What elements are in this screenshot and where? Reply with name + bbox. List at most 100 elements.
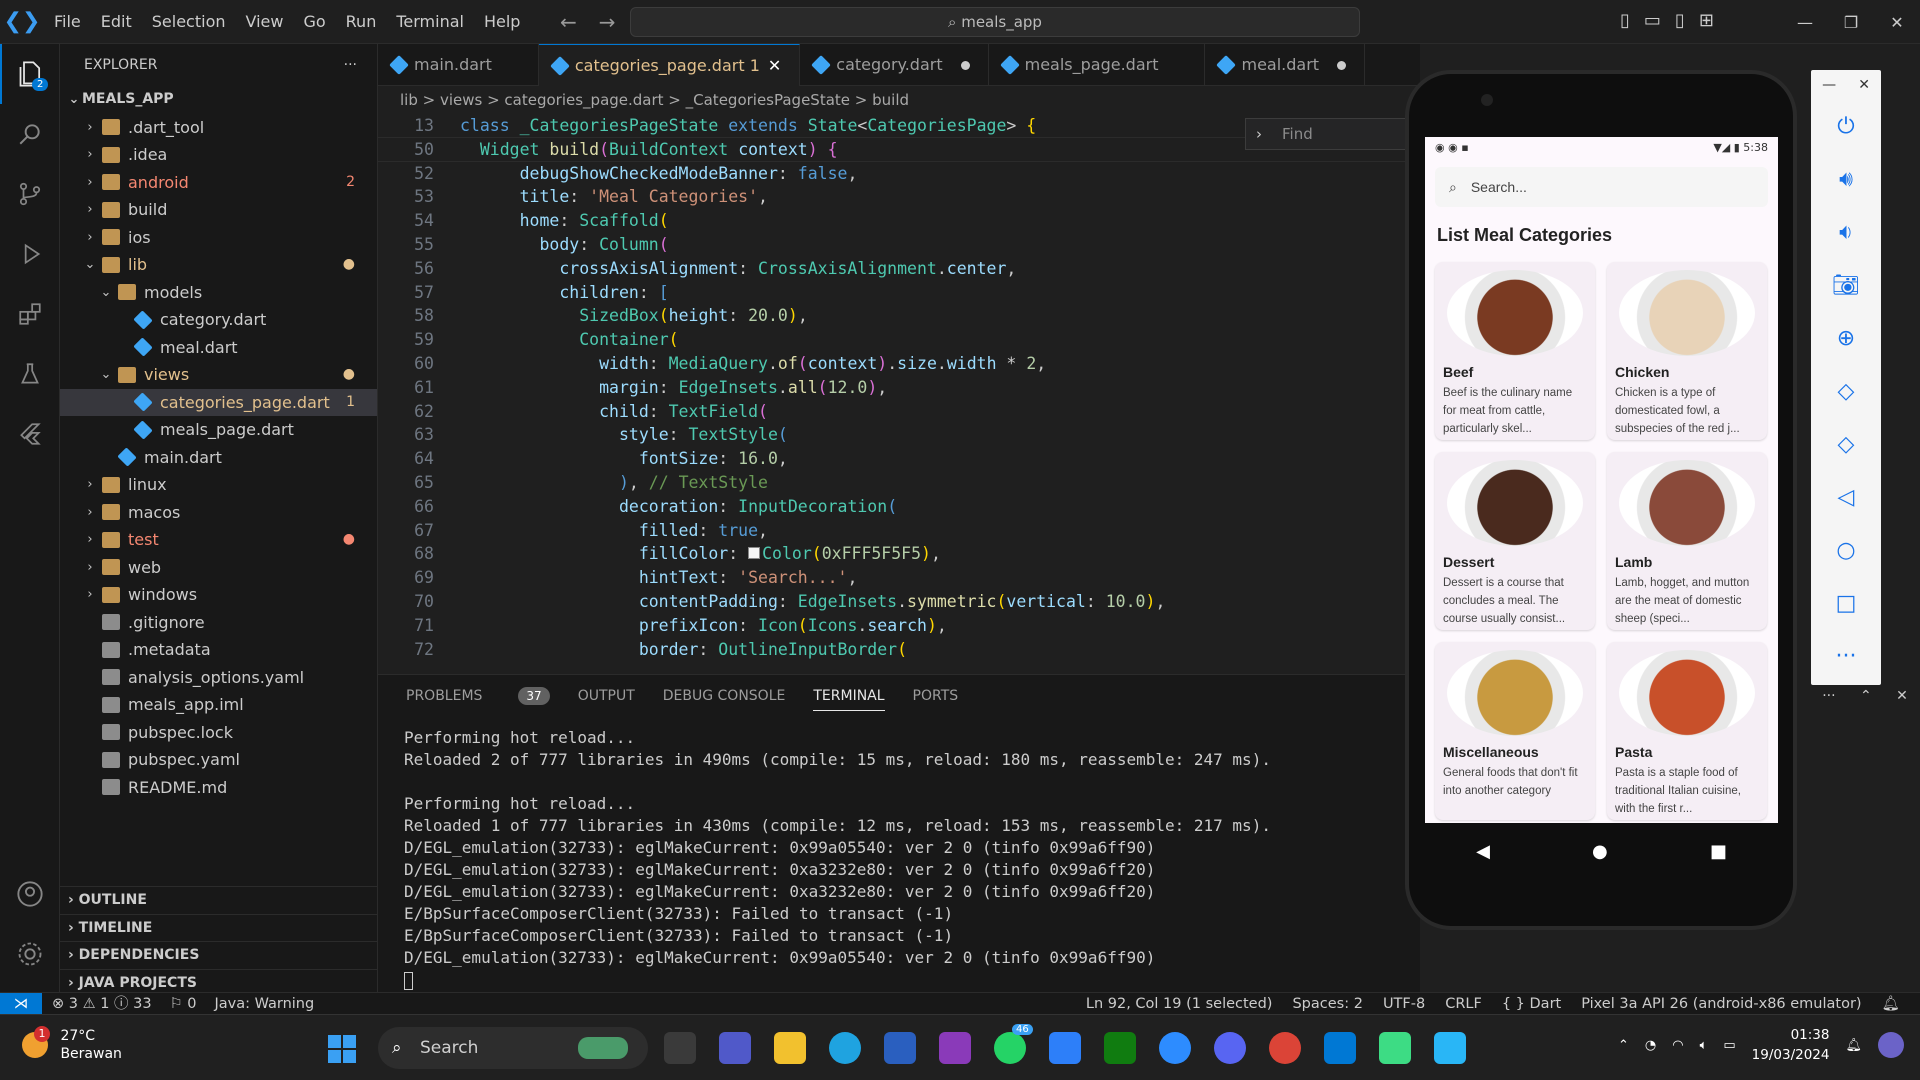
notification-bell-icon[interactable]: 🔔︎ (1845, 1038, 1862, 1053)
status-left-item[interactable]: ⊗ 3 ⚠ 1 ⓘ 33 (52, 993, 152, 1015)
close-window-icon[interactable]: ✕ (1874, 13, 1920, 32)
whatsapp-icon[interactable]: 46 (994, 1024, 1033, 1064)
chrome-icon[interactable] (1269, 1032, 1301, 1064)
back-arrow-icon[interactable]: ← (560, 10, 577, 34)
section-outline[interactable]: › OUTLINE (60, 886, 378, 914)
taskbar-search[interactable]: ⌕ Search (378, 1027, 648, 1069)
recents-nav-icon[interactable]: ■ (1710, 841, 1727, 862)
status-right-item[interactable]: Ln 92, Col 19 (1 selected) (1086, 993, 1273, 1015)
status-right-item[interactable]: Spaces: 2 (1292, 993, 1362, 1015)
remote-icon[interactable]: ⋊ (0, 993, 42, 1015)
minimize-icon[interactable]: — (1782, 13, 1828, 32)
run-debug-icon[interactable] (0, 224, 60, 284)
find-input[interactable]: › Find (1245, 118, 1425, 150)
phone-screen[interactable]: ◉ ◉ ▪ ▼◢ ▮ 5:38 ⌕ Search... List Meal Ca… (1425, 137, 1778, 823)
copilot-icon[interactable] (1878, 1032, 1904, 1058)
panel-tab-ports[interactable]: PORTS (913, 688, 959, 704)
panel-tab-terminal[interactable]: TERMINAL (813, 688, 885, 711)
tree-item[interactable]: › linux (60, 471, 377, 499)
menu-item-run[interactable]: Run (336, 0, 387, 44)
menu-item-help[interactable]: Help (474, 0, 530, 44)
rotate-left-icon[interactable]: ◇ (1811, 365, 1881, 418)
editor-tab[interactable]: categories_page.dart 1 ✕ (538, 44, 801, 86)
editor-tab[interactable]: meal.dart (1205, 44, 1366, 86)
editor-tab[interactable]: category.dart (800, 44, 989, 86)
project-root[interactable]: ⌄ MEALS_APP (60, 86, 377, 114)
more-icon[interactable]: ··· (1811, 630, 1881, 683)
category-card[interactable]: Miscellaneous General foods that don't fi… (1435, 642, 1595, 820)
tree-item[interactable]: meals_page.dart (60, 416, 377, 444)
close-icon[interactable]: ✕ (1896, 688, 1908, 712)
overview-icon[interactable]: □ (1811, 577, 1881, 630)
status-right-item[interactable]: UTF-8 (1383, 993, 1425, 1015)
volume-down-icon[interactable]: 🔉︎ (1811, 206, 1881, 259)
store-icon[interactable] (884, 1032, 916, 1064)
tree-item[interactable]: › ios (60, 224, 377, 252)
category-card[interactable]: Chicken Chicken is a type of domesticated… (1607, 262, 1767, 440)
teams-icon[interactable] (719, 1032, 751, 1064)
discord-icon[interactable] (1214, 1032, 1246, 1064)
menu-item-file[interactable]: File (44, 0, 91, 44)
category-card[interactable]: Beef Beef is the culinary name for meat f… (1435, 262, 1595, 440)
chevron-right-icon[interactable]: › (1256, 119, 1262, 149)
notepad-icon[interactable] (1434, 1032, 1466, 1064)
toggle-secondary-sidebar-icon[interactable]: ▯ (1675, 10, 1685, 31)
source-control-icon[interactable] (0, 164, 60, 224)
edge-icon[interactable] (829, 1032, 861, 1064)
tree-item[interactable]: categories_page.dart 1 (60, 388, 377, 416)
maximize-icon[interactable]: ❐ (1828, 13, 1874, 32)
editor-tab[interactable]: main.dart (378, 44, 539, 86)
explorer-icon[interactable]: 2 (0, 44, 60, 104)
category-card[interactable]: Lamb Lamb, hogget, and mutton are the mea… (1607, 452, 1767, 630)
tree-item[interactable]: pubspec.yaml (60, 746, 377, 774)
more-actions-icon[interactable]: ··· (344, 44, 357, 86)
tree-item[interactable]: README.md (60, 774, 377, 802)
xbox-icon[interactable] (1104, 1032, 1136, 1064)
back-nav-icon[interactable]: ◀ (1476, 841, 1490, 862)
notification-bell-icon[interactable]: 🔔︎ (1882, 993, 1900, 1015)
code-editor[interactable]: 13 class _CategoriesPageState extends Sta… (378, 114, 1420, 674)
rotate-right-icon[interactable]: ◇ (1811, 418, 1881, 471)
emulator-minimize-icon[interactable]: — (1822, 77, 1836, 93)
app-icon[interactable] (939, 1032, 971, 1064)
menu-item-selection[interactable]: Selection (142, 0, 236, 44)
tree-item[interactable]: main.dart (60, 444, 377, 472)
status-left-item[interactable]: Java: Warning (214, 993, 314, 1015)
account-icon[interactable] (0, 864, 60, 924)
tree-item[interactable]: › macos (60, 499, 377, 527)
app-search-field[interactable]: ⌕ Search... (1435, 167, 1768, 207)
testing-icon[interactable] (0, 344, 60, 404)
toggle-sidebar-icon[interactable]: ▯ (1620, 10, 1630, 31)
task-view-icon[interactable] (664, 1032, 696, 1064)
tree-item[interactable]: › build (60, 196, 377, 224)
wifi-icon[interactable]: ◠ (1672, 1038, 1683, 1053)
chevron-up-icon[interactable]: ⌃ (1618, 1038, 1629, 1053)
status-right-item[interactable]: Pixel 3a API 26 (android-x86 emulator) (1581, 993, 1861, 1015)
tree-item[interactable]: › web (60, 554, 377, 582)
panel-tab-output[interactable]: OUTPUT (578, 688, 635, 704)
tree-item[interactable]: › test ● (60, 526, 377, 554)
zoom-icon[interactable]: ⊕ (1811, 312, 1881, 365)
search-icon[interactable] (0, 104, 60, 164)
tree-item[interactable]: category.dart (60, 306, 377, 334)
terminal-output[interactable]: Performing hot reload... Reloaded 2 of 77… (378, 717, 1420, 991)
file-explorer-icon[interactable] (774, 1032, 806, 1064)
windows-start-icon[interactable] (328, 1035, 356, 1063)
menu-item-view[interactable]: View (236, 0, 294, 44)
status-right-item[interactable]: { } Dart (1502, 993, 1561, 1015)
tree-item[interactable]: ⌄ views ● (60, 361, 377, 389)
toggle-panel-icon[interactable]: ▭ (1644, 10, 1661, 31)
tree-item[interactable]: .gitignore (60, 609, 377, 637)
android-studio-icon[interactable] (1379, 1032, 1411, 1064)
tree-item[interactable]: › .idea (60, 141, 377, 169)
vscode-taskbar-icon[interactable] (1324, 1032, 1356, 1064)
tree-item[interactable]: › android 2 (60, 169, 377, 197)
menu-item-edit[interactable]: Edit (91, 0, 142, 44)
weather-widget[interactable]: 1 27°C Berawan (22, 1026, 122, 1063)
category-card[interactable]: Pasta Pasta is a staple food of tradition… (1607, 642, 1767, 820)
battery-icon[interactable]: ▭ (1723, 1038, 1735, 1053)
menu-item-terminal[interactable]: Terminal (386, 0, 474, 44)
app-a-icon[interactable] (1049, 1032, 1081, 1064)
power-icon[interactable]: ⏻ (1811, 100, 1881, 153)
tree-item[interactable]: › .dart_tool (60, 114, 377, 142)
